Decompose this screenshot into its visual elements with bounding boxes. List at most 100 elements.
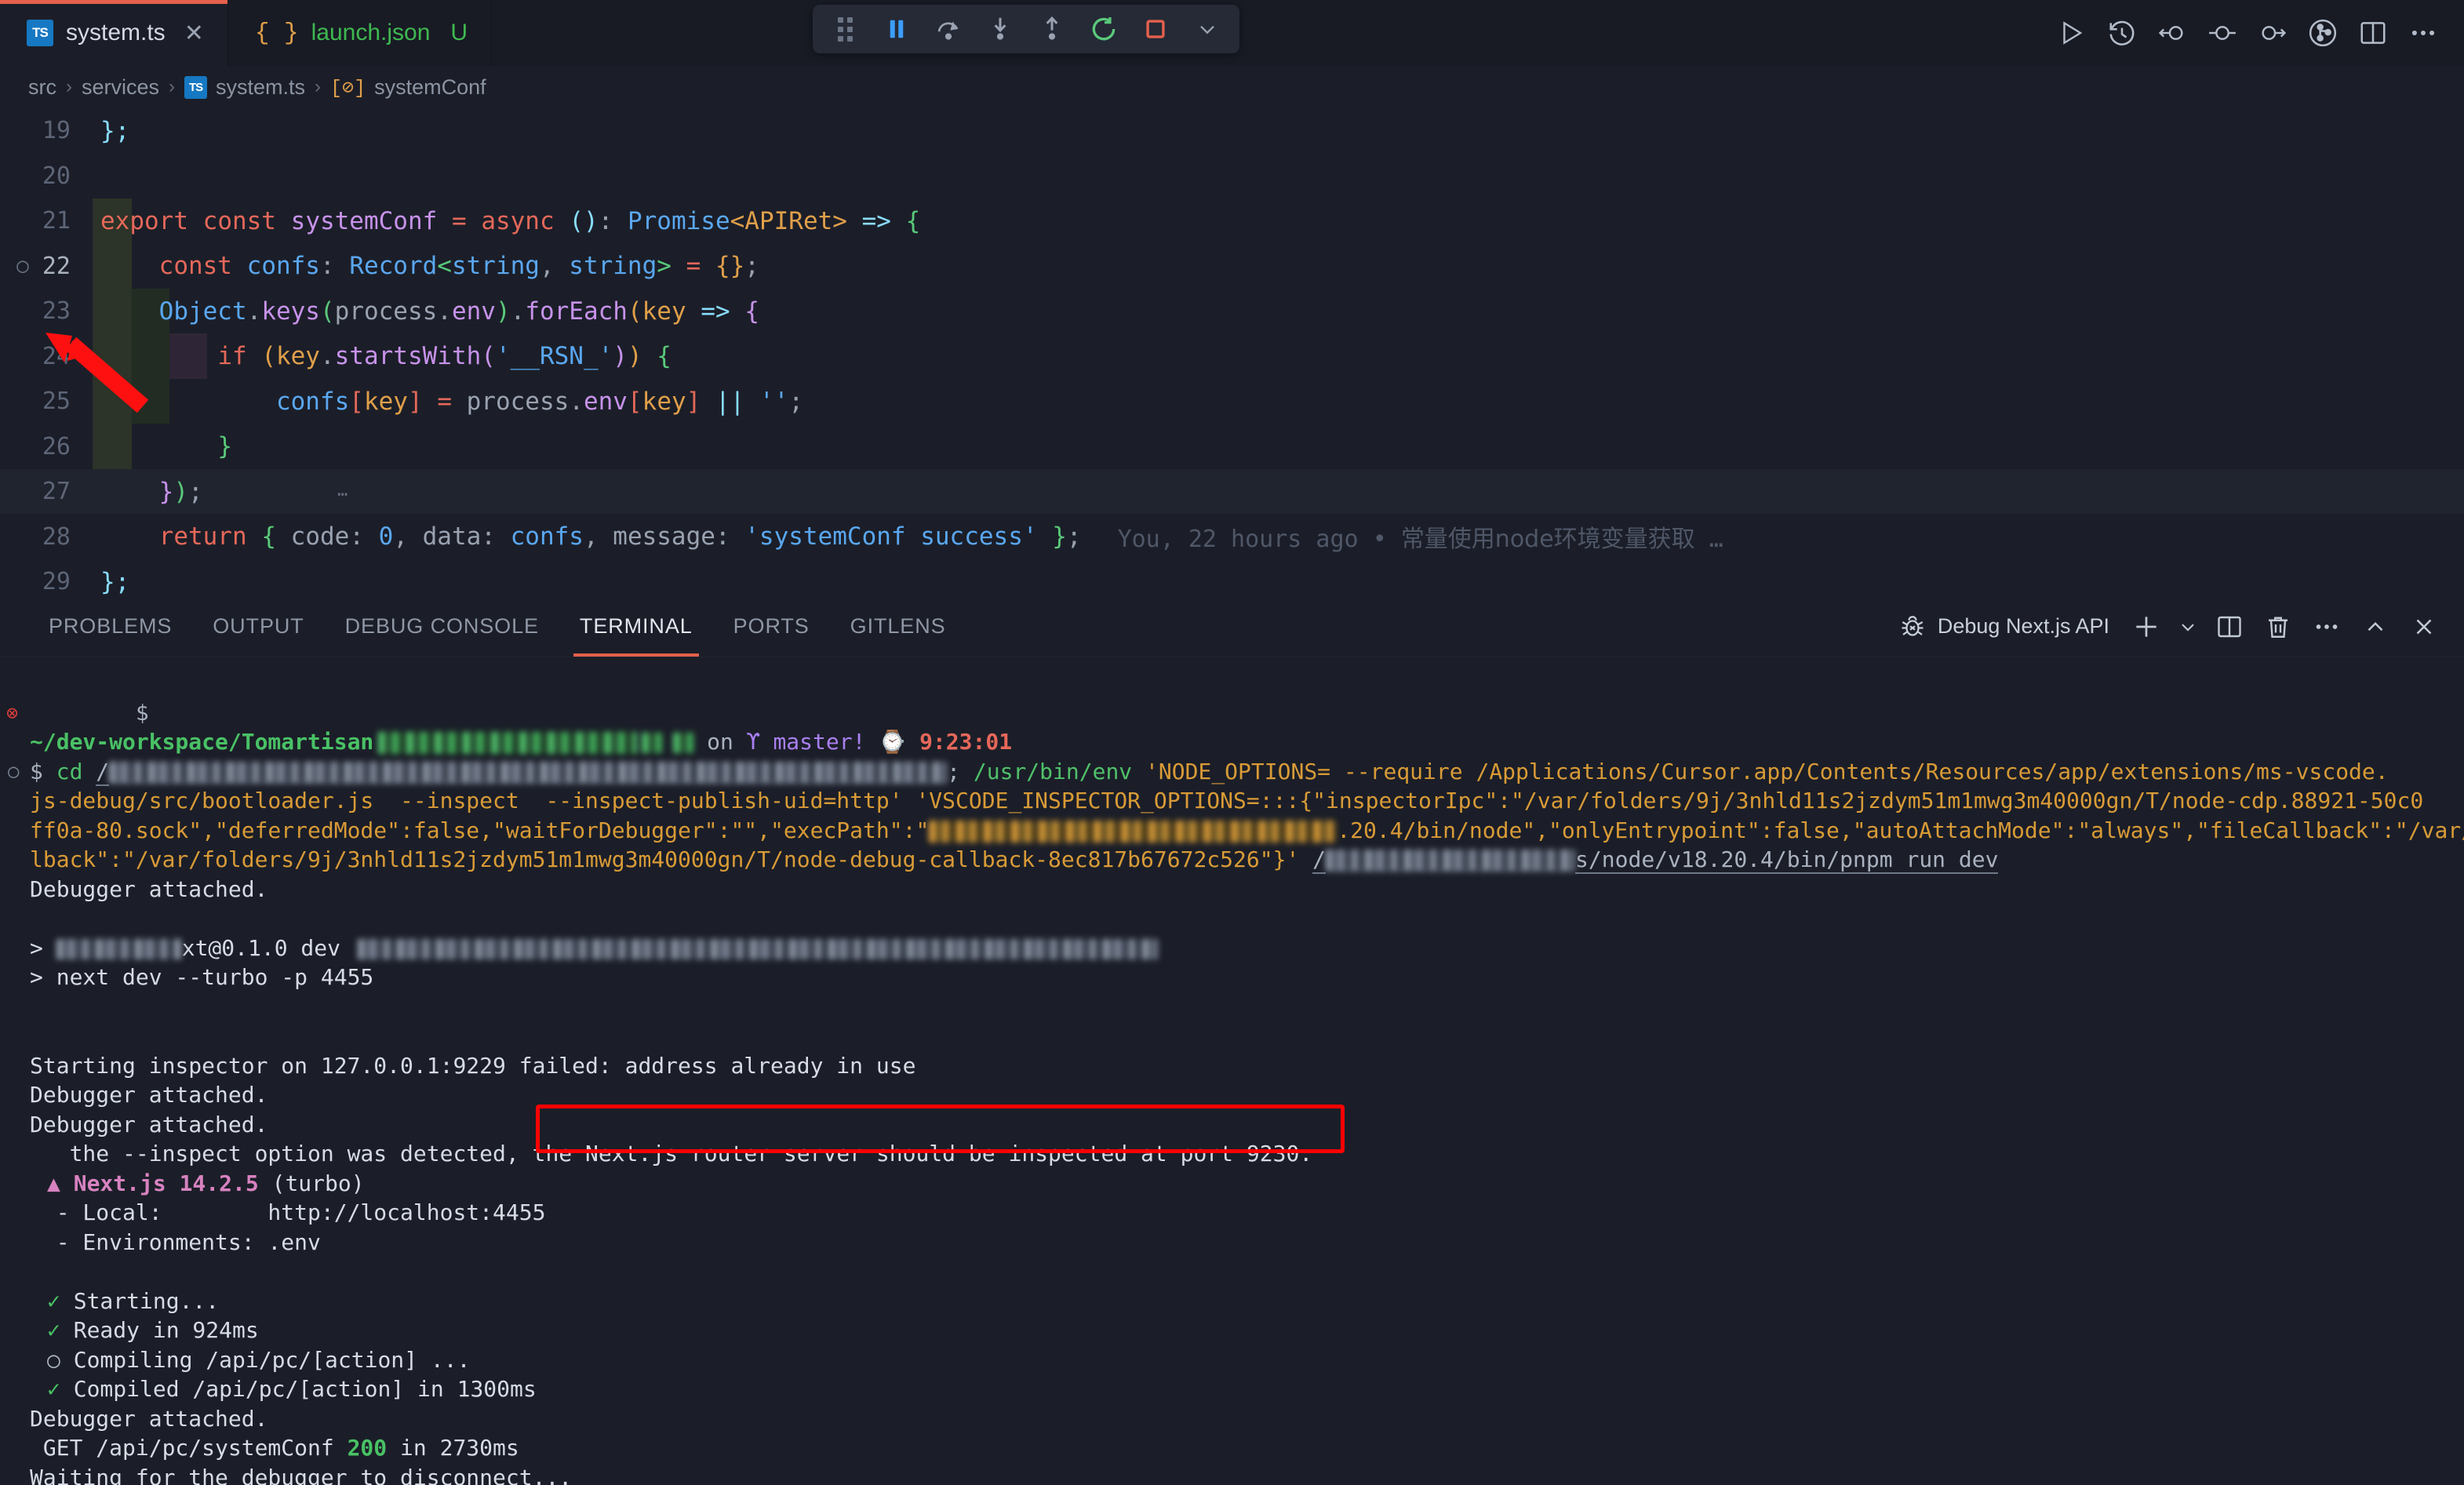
split-editor-button[interactable] — [2348, 8, 2398, 58]
terminal-command-line: ○$ cd /; /usr/bin/env 'NODE_OPTIONS= --r… — [0, 757, 2464, 787]
line-content: export const systemConf = async (): Prom… — [93, 207, 920, 235]
close-icon[interactable]: ✕ — [184, 20, 204, 47]
inspector-options-arg: ff0a-80.sock","deferredMode":false,"wait… — [30, 817, 929, 843]
debug-toolbar — [813, 5, 1239, 53]
breadcrumb-item-system-ts[interactable]: TS system.ts — [184, 75, 305, 100]
go-back-commit-button[interactable] — [2147, 8, 2197, 58]
tab-output[interactable]: OUTPUT — [192, 596, 324, 657]
debugger-attached-message: Debugger attached. — [30, 1406, 268, 1432]
step-over-button[interactable] — [924, 8, 973, 50]
vscode-window: TS system.ts ✕ { } launch.json U — [0, 0, 2464, 1485]
breadcrumb-label: systemConf — [374, 75, 486, 100]
request-duration: in 2730ms — [387, 1435, 519, 1461]
terminal-line-blank — [0, 992, 2464, 1022]
terminal-line-blank — [0, 1257, 2464, 1287]
tab-terminal[interactable]: TERMINAL — [559, 596, 713, 657]
tab-gitlens[interactable]: GITLENS — [830, 596, 966, 657]
terminal-line: > next dev --turbo -p 4455 — [0, 963, 2464, 992]
code-line: 29 }; — [0, 559, 2464, 596]
tab-label: launch.json — [311, 20, 431, 46]
tab-system-ts[interactable]: TS system.ts ✕ — [0, 0, 227, 66]
terminal-line: ✓ Starting... — [0, 1287, 2464, 1316]
terminal-line: > xt@0.1.0 dev — [0, 934, 2464, 963]
code-line-current: ○ 22 const confs: Record<string, string>… — [0, 244, 2464, 289]
breadcrumb-label: src — [28, 75, 56, 100]
bottom-panel: PROBLEMS OUTPUT DEBUG CONSOLE TERMINAL P… — [0, 596, 2464, 1485]
code-line: 19 }; — [0, 108, 2464, 154]
node-options-arg: 'NODE_OPTIONS= --require /Applications/C… — [1145, 759, 2389, 784]
run-button[interactable] — [2047, 8, 2097, 58]
breadcrumb-item-systemconf[interactable]: [⊘] systemConf — [330, 75, 486, 100]
maximize-panel-button[interactable] — [2353, 604, 2398, 650]
step-out-button[interactable] — [1028, 8, 1076, 50]
terminal-line: Waiting for the debugger to disconnect..… — [0, 1463, 2464, 1485]
inspector-failed-message: Starting inspector on 127.0.0.1:9229 fai… — [30, 1053, 915, 1079]
env-binary-path: /usr/bin/env — [974, 759, 1145, 784]
breadcrumb-item-src[interactable]: src — [28, 75, 56, 100]
restart-button[interactable] — [1079, 8, 1128, 50]
git-blame-annotation[interactable]: You, 22 hours ago • 常量使用node环境变量获取 … — [1118, 519, 1723, 554]
split-terminal-button[interactable] — [2207, 604, 2252, 650]
compiling-message: Compiling /api/pc/[action] ... — [74, 1347, 471, 1373]
terminal-command-wrap: js-debug/src/bootloader.js --inspect --i… — [0, 786, 2464, 816]
package-script-line: xt@0.1.0 dev — [182, 935, 340, 961]
terminal-command-wrap: ff0a-80.sock","deferredMode":false,"wait… — [0, 816, 2464, 846]
tab-launch-json[interactable]: { } launch.json U — [227, 0, 492, 66]
more-actions-button[interactable] — [2398, 8, 2448, 58]
active-terminal-selector[interactable]: Debug Next.js API — [1898, 613, 2109, 641]
line-number: 28 — [0, 523, 93, 551]
terminal-line: Debugger attached. — [0, 1110, 2464, 1140]
redacted-path — [109, 762, 947, 784]
debugger-attached-message: Debugger attached. — [30, 876, 268, 902]
current-commit-button[interactable] — [2197, 8, 2247, 58]
terminal-line: Starting inspector on 127.0.0.1:9229 fai… — [0, 1051, 2464, 1081]
git-branch-icon: ϒ — [747, 729, 760, 755]
stop-button[interactable] — [1131, 8, 1180, 50]
history-button[interactable] — [2097, 8, 2147, 58]
line-number: 25 — [0, 388, 93, 415]
step-into-button[interactable] — [976, 8, 1025, 50]
gitlens-graph-button[interactable] — [2298, 8, 2348, 58]
get-request-path: GET /api/pc/systemConf — [30, 1435, 348, 1461]
tab-label: system.ts — [66, 20, 166, 46]
terminal-output[interactable]: ⊗$ ~/dev-workspace/Tomartisan on ϒ maste… — [0, 657, 2464, 1485]
line-number: 19 — [0, 117, 93, 144]
git-branch-name: master! — [773, 729, 865, 755]
code-editor[interactable]: 19 }; 20 21 export const systemConf = as… — [0, 108, 2464, 596]
code-line: 26 } — [0, 424, 2464, 470]
terminal-name: Debug Next.js API — [1938, 614, 2109, 639]
inlay-hint-dots: ⋯ — [337, 485, 348, 504]
local-url-line[interactable]: - Local: http://localhost:4455 — [30, 1199, 545, 1225]
terminal-line: ✓ Compiled /api/pc/[action] in 1300ms — [0, 1374, 2464, 1404]
breakpoint-glyph[interactable]: ○ — [0, 254, 45, 278]
starting-message: Starting... — [74, 1288, 219, 1314]
chevron-down-icon[interactable] — [1183, 8, 1232, 50]
kill-terminal-button[interactable] — [2255, 604, 2301, 650]
terminal-command-wrap: lback":"/var/folders/9j/3nhld11s2jzdym51… — [0, 845, 2464, 875]
breadcrumb-separator: › — [66, 76, 72, 98]
debugger-attached-message: Debugger attached. — [30, 1082, 268, 1108]
pnpm-run-dev: s/node/v18.20.4/bin/pnpm run dev — [1575, 846, 1998, 874]
terminal-line: ⊗$ — [0, 668, 2464, 698]
drag-handle[interactable] — [821, 8, 869, 50]
tab-debug-console[interactable]: DEBUG CONSOLE — [325, 596, 559, 657]
line-content: }; — [93, 568, 129, 596]
pause-button[interactable] — [872, 8, 921, 50]
breadcrumb-item-services[interactable]: services — [82, 75, 159, 100]
line-content: }); — [93, 478, 203, 506]
breadcrumb-separator: › — [315, 76, 321, 98]
environments-line: - Environments: .env — [30, 1229, 321, 1255]
close-panel-button[interactable] — [2401, 604, 2447, 650]
tab-problems[interactable]: PROBLEMS — [28, 596, 192, 657]
terminal-more-button[interactable] — [2304, 604, 2349, 650]
terminal-line-blank — [0, 698, 2464, 728]
terminal-profile-dropdown[interactable] — [2172, 604, 2204, 650]
terminal-line: ○ Compiling /api/pc/[action] ... — [0, 1345, 2464, 1375]
editor-tab-bar: TS system.ts ✕ { } launch.json U — [0, 0, 2464, 66]
line-content: const confs: Record<string, string> = {}… — [93, 252, 759, 280]
new-terminal-button[interactable] — [2124, 604, 2169, 650]
line-content: if (key.startsWith('__RSN_')) { — [93, 342, 672, 370]
line-content: } — [93, 432, 232, 460]
go-forward-commit-button[interactable] — [2247, 8, 2298, 58]
tab-ports[interactable]: PORTS — [713, 596, 830, 657]
